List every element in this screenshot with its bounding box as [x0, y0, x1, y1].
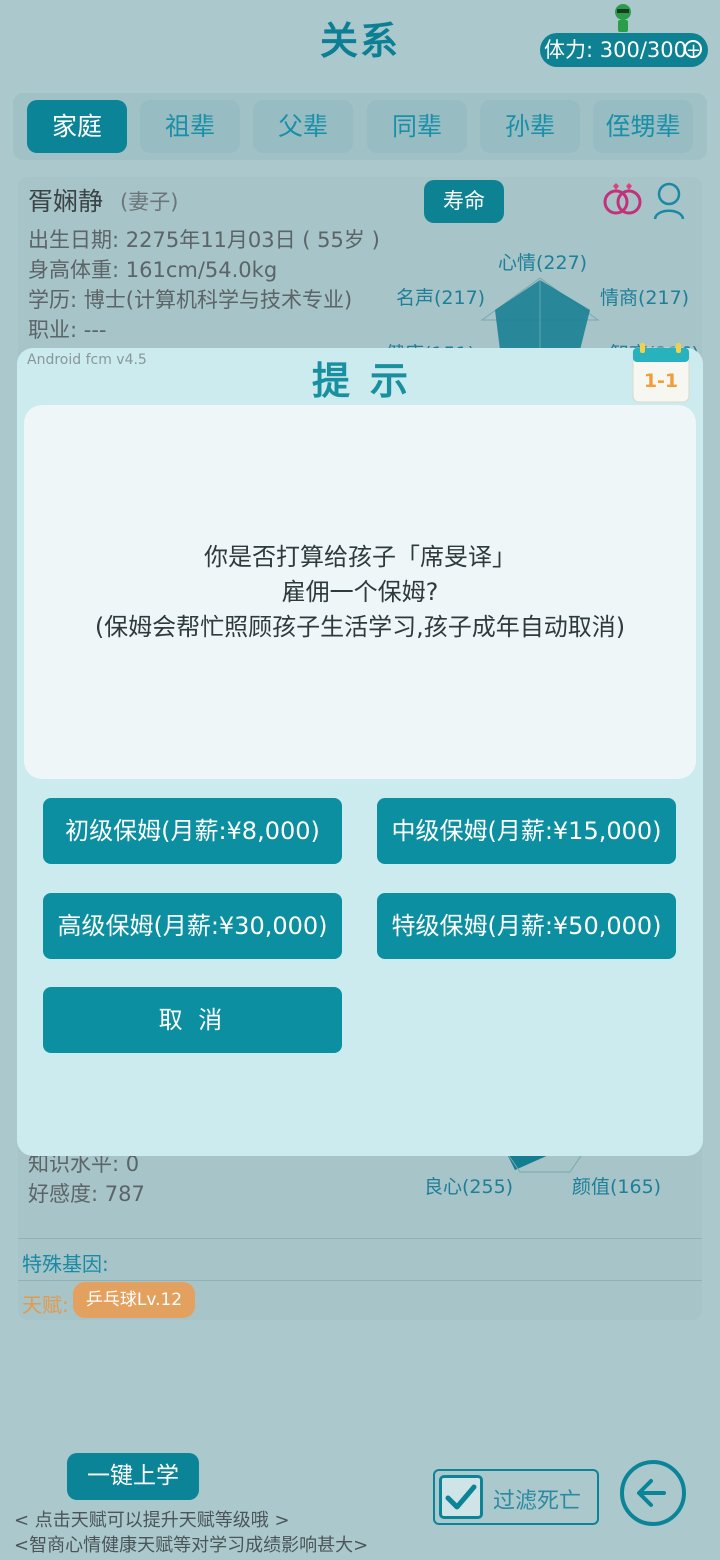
special-gene-label: 特殊基因: [22, 1252, 109, 1276]
calendar-date: 1-1 [643, 370, 679, 392]
radar-chart-top [480, 277, 600, 350]
junior-nanny-button[interactable]: 初级保姆(月薪:¥8,000) [43, 798, 342, 864]
stamina-indicator[interactable]: 体力: 300/300 + [540, 33, 708, 67]
checkmark-icon [445, 1484, 477, 1510]
stat-looks: 颜值(165) [572, 1176, 662, 1198]
talent-label: 天赋: [22, 1293, 69, 1317]
tab-grandchildren[interactable]: 孙辈 [480, 100, 580, 153]
message-line: (保姆会帮忙照顾孩子生活学习,孩子成年自动取消) [94, 613, 626, 641]
talent-chip[interactable]: 乒乓球Lv.12 [73, 1282, 195, 1318]
special-nanny-button[interactable]: 特级保姆(月薪:¥50,000) [377, 893, 676, 959]
stat-conscience: 良心(255) [424, 1176, 514, 1198]
senior-nanny-button[interactable]: 高级保姆(月薪:¥30,000) [43, 893, 342, 959]
dialog-title: 提示 [311, 359, 428, 403]
education-info: 学历: 博士(计算机科学与技术专业) [28, 288, 353, 312]
cancel-button[interactable]: 取 消 [43, 987, 342, 1053]
tab-grandparents[interactable]: 祖辈 [140, 100, 240, 153]
divider [18, 1238, 702, 1239]
arrow-left-icon [637, 1479, 666, 1507]
person-relation: (妻子) [120, 190, 179, 214]
checkbox[interactable] [439, 1475, 483, 1519]
birth-info: 出生日期: 2275年11月03日 ( 55岁 ) [28, 228, 380, 252]
plus-circle-icon[interactable]: + [684, 40, 702, 60]
hint-talent: < 点击天赋可以提升天赋等级哦 > [14, 1510, 290, 1531]
stat-mood: 心情(227) [498, 252, 588, 274]
favor-info: 好感度: 787 [28, 1182, 145, 1206]
filter-label: 过滤死亡 [493, 1489, 582, 1514]
calendar-icon: 1-1 [630, 342, 692, 404]
message-line: 雇佣一个保姆? [281, 578, 439, 606]
stat-eq: 情商(217) [600, 287, 690, 309]
body-info: 身高体重: 161cm/54.0kg [28, 258, 278, 282]
message-line: 你是否打算给孩子「席旻译」 [204, 543, 516, 571]
lifespan-button[interactable]: 寿命 [424, 180, 504, 223]
divider [18, 1280, 702, 1281]
wedding-rings-icon [603, 183, 642, 215]
dialog-message: 你是否打算给孩子「席旻译」 雇佣一个保姆? (保姆会帮忙照顾孩子生活学习,孩子成… [24, 540, 696, 645]
person-name: 胥娴静 [28, 187, 104, 216]
job-info: 职业: --- [28, 318, 107, 342]
female-avatar-icon [653, 182, 685, 220]
tab-nephews[interactable]: 侄甥辈 [593, 100, 693, 153]
stat-fame: 名声(217) [396, 287, 486, 309]
tab-family[interactable]: 家庭 [27, 100, 127, 153]
filter-dead-toggle[interactable]: 过滤死亡 [433, 1469, 599, 1525]
middle-nanny-button[interactable]: 中级保姆(月薪:¥15,000) [377, 798, 676, 864]
green-hero-avatar-icon [615, 4, 631, 32]
tab-siblings[interactable]: 同辈 [367, 100, 467, 153]
stamina-text: 体力: 300/300 [544, 38, 687, 62]
tab-parents[interactable]: 父辈 [253, 100, 353, 153]
hint-study: <智商心情健康天赋等对学习成绩影响甚大> [14, 1535, 369, 1556]
back-button[interactable] [620, 1460, 686, 1526]
enroll-school-button[interactable]: 一键上学 [67, 1453, 199, 1500]
